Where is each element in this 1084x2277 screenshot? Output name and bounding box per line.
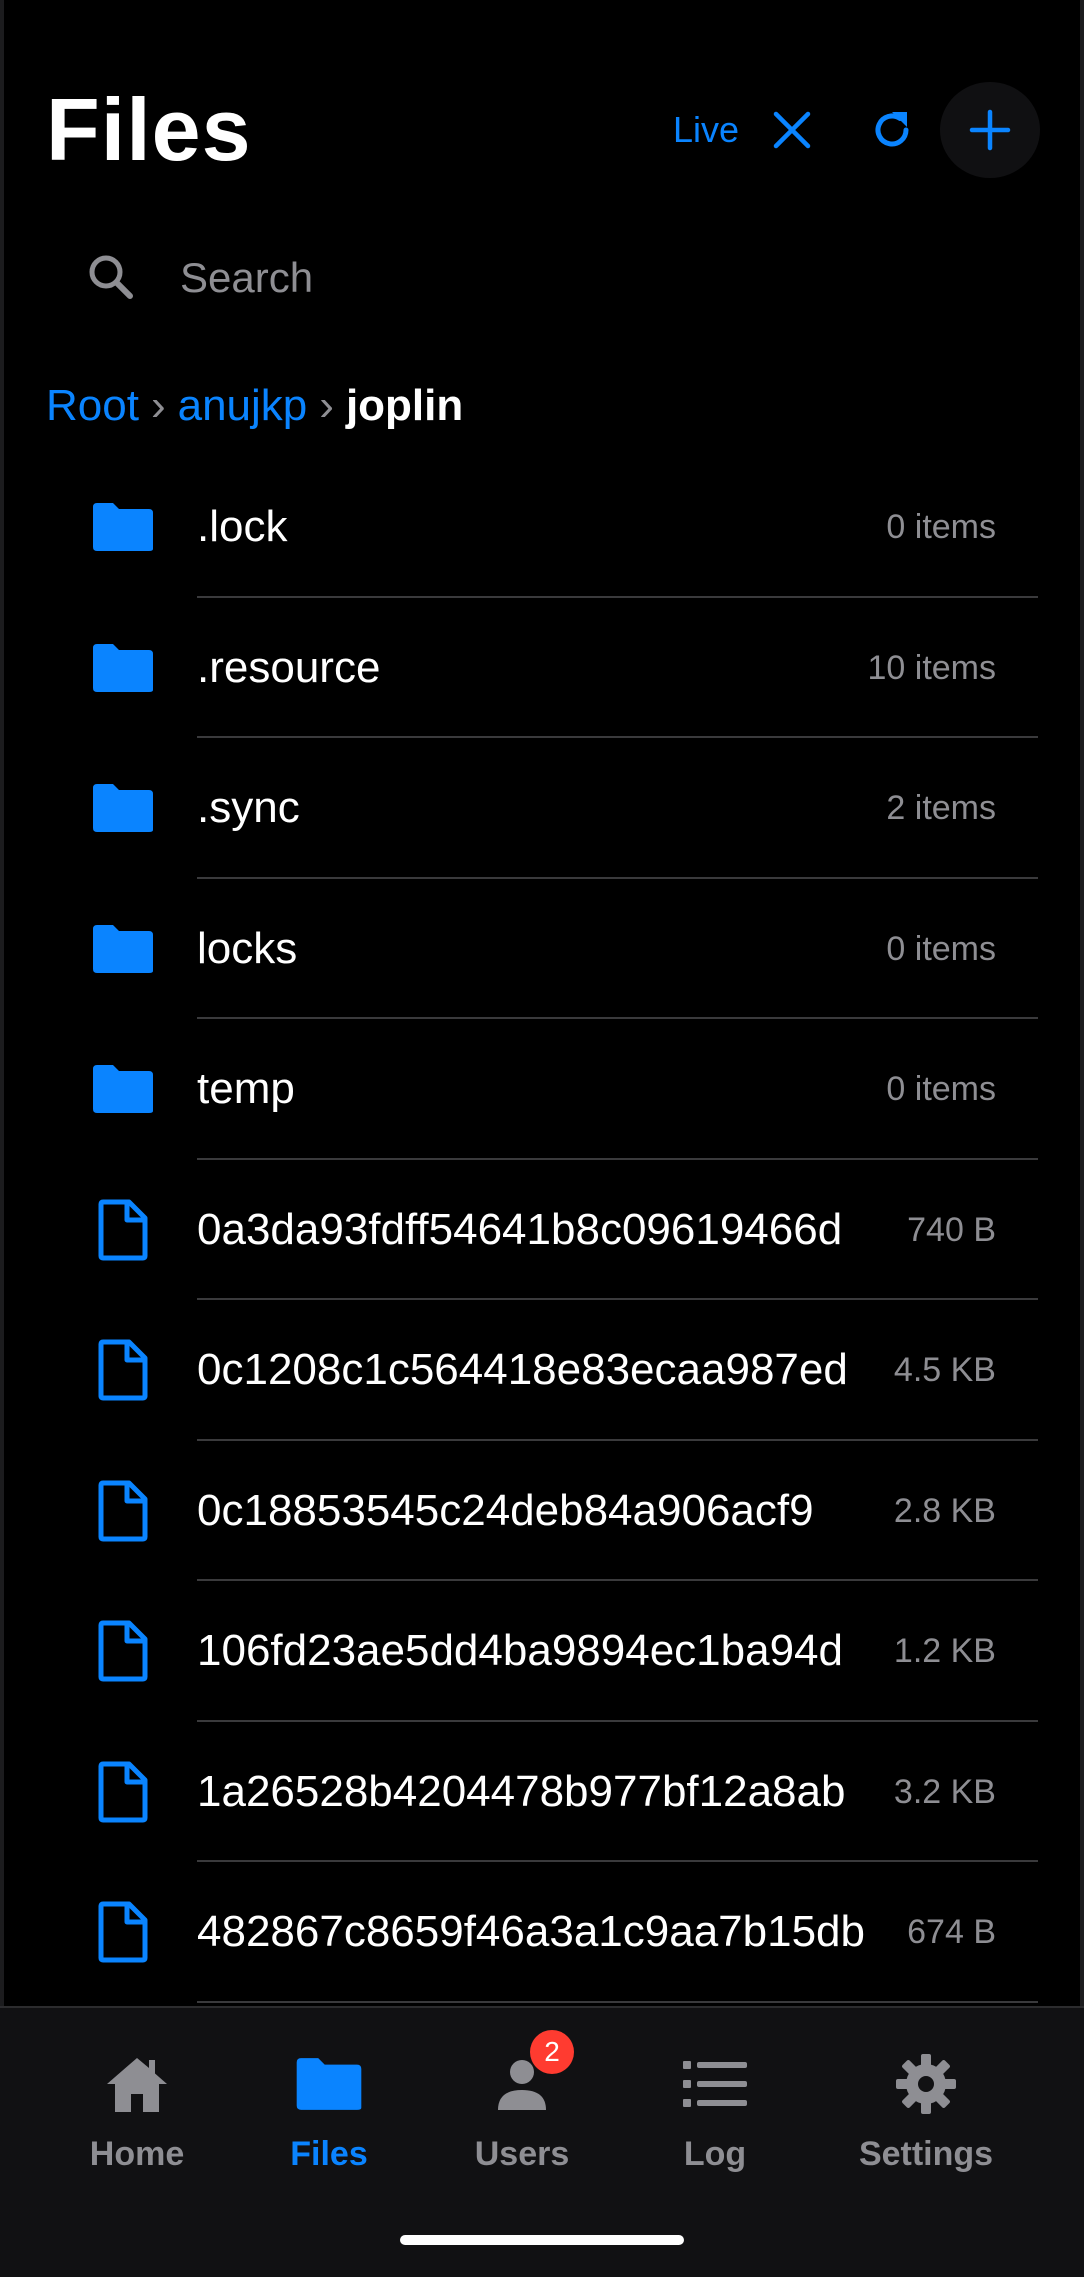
search-bar[interactable] [46,226,1038,330]
file-icon [88,1195,158,1265]
home-icon [97,2044,177,2124]
tab-users[interactable]: 2 Users [432,2030,612,2194]
tab-label: Settings [858,2135,994,2173]
item-name: .resource [197,642,381,692]
item-count: 0 items [886,1070,996,1108]
file-size: 2.8 KB [893,1491,996,1530]
file-row[interactable]: 0c1208c1c564418e83ecaa987ed 4.5 KB [0,1300,1084,1441]
item-name: 482867c8659f46a3a1c9aa7b15db [197,1907,865,1956]
folder-row[interactable]: .resource 10 items [0,598,1084,738]
tab-label: Files [290,2135,368,2173]
file-size: 674 B [907,1913,996,1951]
breadcrumb-root[interactable]: Root [46,378,139,434]
item-count: 2 items [886,789,996,827]
tab-log[interactable]: Log [625,2044,805,2194]
file-size: 740 B [907,1210,996,1249]
home-indicator[interactable] [400,2235,684,2245]
file-row[interactable]: 1a26528b4204478b977bf12a8ab 3.2 KB [0,1722,1084,1862]
file-size: 4.5 KB [893,1351,996,1389]
file-list: .lock 0 items .resource 10 items .sync 2… [0,457,1084,2003]
tab-label: Users [474,2135,570,2173]
item-name: 106fd23ae5dd4ba9894ec1ba94d [197,1626,843,1675]
file-icon [88,1335,158,1405]
folder-row[interactable]: .sync 2 items [0,738,1084,879]
file-icon [88,1757,158,1827]
breadcrumb: Root › anujkp › joplin [46,378,463,434]
close-icon [773,111,811,149]
item-name: .sync [197,783,300,832]
item-name: 0a3da93fdff54641b8c09619466d [197,1204,843,1254]
item-name: locks [197,923,298,973]
user-icon: 2 [482,2030,574,2124]
page-title: Files [46,80,252,179]
file-icon [88,1616,158,1686]
file-icon [88,1897,158,1967]
item-name: 0c18853545c24deb84a906acf9 [197,1485,814,1535]
breadcrumb-separator: › [319,381,334,430]
refresh-button[interactable] [862,100,922,160]
folder-row[interactable]: .lock 0 items [0,457,1084,598]
file-row[interactable]: 482867c8659f46a3a1c9aa7b15db 674 B [0,1862,1084,2003]
header: Files Live [0,0,1084,230]
live-toggle[interactable]: Live [673,108,739,152]
folder-icon [88,492,158,562]
folder-row[interactable]: temp 0 items [0,1019,1084,1160]
plus-icon [969,109,1011,151]
list-icon [675,2044,755,2124]
folder-icon [88,1054,158,1124]
file-row[interactable]: 0a3da93fdff54641b8c09619466d 740 B [0,1160,1084,1300]
folder-icon [88,633,158,703]
refresh-icon [875,112,909,147]
file-row[interactable]: 0c18853545c24deb84a906acf9 2.8 KB [0,1441,1084,1581]
file-size: 1.2 KB [893,1632,996,1670]
folder-icon [88,773,158,843]
folder-icon [289,2044,369,2124]
tab-settings[interactable]: Settings [836,2044,1016,2194]
tab-label: Home [89,2135,185,2173]
folder-row[interactable]: locks 0 items [0,879,1084,1019]
tab-home[interactable]: Home [47,2044,227,2194]
item-name: 0c1208c1c564418e83ecaa987ed [197,1345,848,1394]
file-icon [88,1476,158,1546]
file-size: 3.2 KB [893,1772,996,1811]
breadcrumb-anujkp[interactable]: anujkp [178,378,308,434]
search-icon [89,255,133,299]
item-name: 1a26528b4204478b977bf12a8ab [197,1766,846,1816]
divider [197,2000,1038,2003]
tab-label: Log [683,2135,747,2173]
item-name: .lock [197,502,288,551]
breadcrumb-current: joplin [345,381,464,430]
tab-files[interactable]: Files [239,2044,419,2194]
file-row[interactable]: 106fd23ae5dd4ba9894ec1ba94d 1.2 KB [0,1581,1084,1722]
search-input[interactable] [180,250,980,306]
gear-icon [886,2044,966,2124]
breadcrumb-separator: › [150,381,166,430]
folder-icon [88,914,158,984]
close-button[interactable] [762,100,822,160]
item-count: 0 items [886,508,996,546]
item-name: temp [197,1064,295,1113]
add-button[interactable] [940,82,1040,178]
item-count: 0 items [886,929,996,968]
item-count: 10 items [867,648,997,687]
notification-badge: 2 [530,2030,574,2074]
